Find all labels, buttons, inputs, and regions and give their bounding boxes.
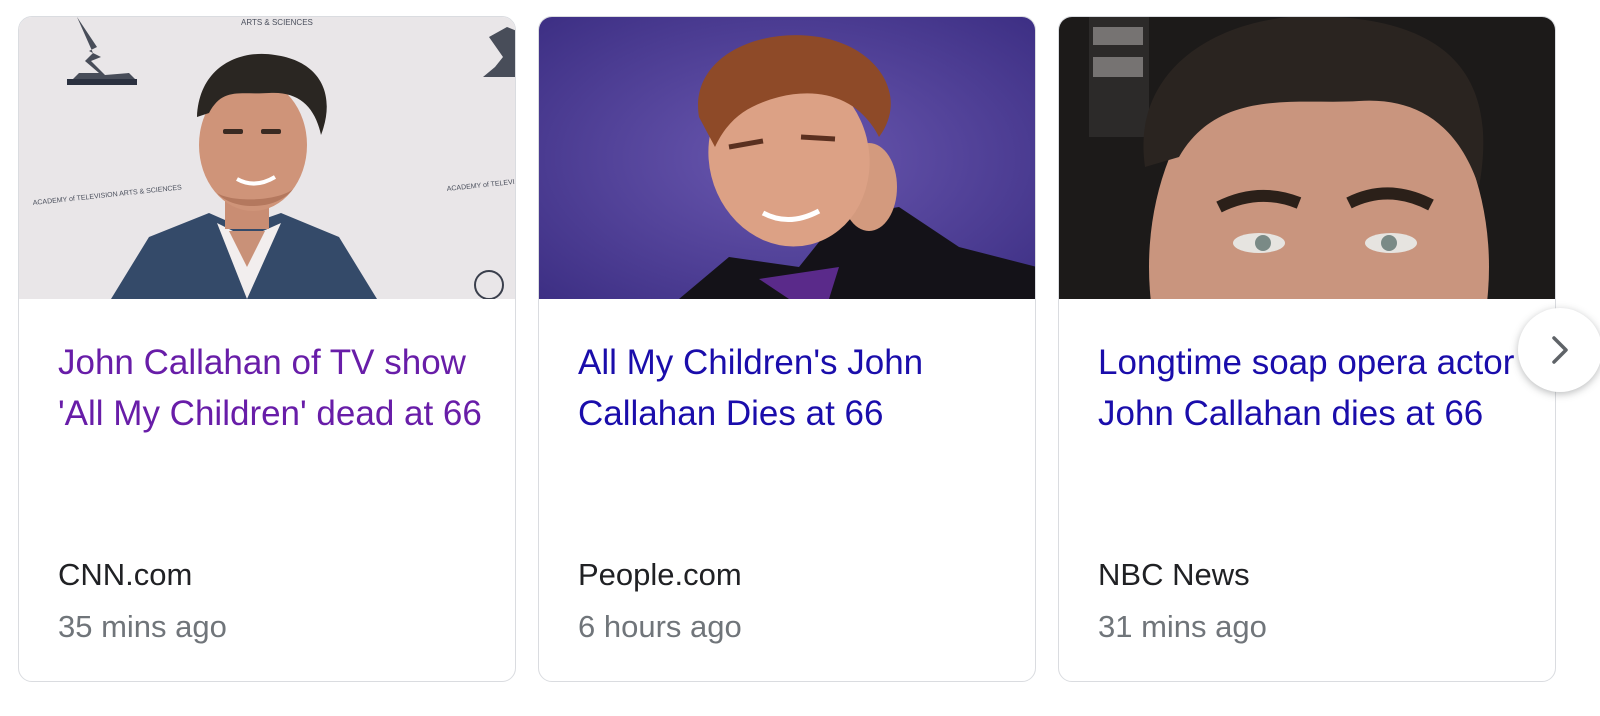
news-timestamp: 6 hours ago (578, 609, 742, 644)
news-thumbnail[interactable] (539, 17, 1035, 299)
news-thumbnail[interactable]: ARTS & SCIENCES ACADEMY of TELEVISION AR… (19, 17, 515, 299)
news-headline[interactable]: John Callahan of TV show 'All My Childre… (58, 337, 488, 439)
news-headline[interactable]: Longtime soap opera actor John Callahan … (1098, 337, 1528, 439)
news-source: People.com (578, 557, 742, 592)
news-source: NBC News (1098, 557, 1250, 592)
news-source: CNN.com (58, 557, 193, 592)
news-card-nbc[interactable]: Longtime soap opera actor John Callahan … (1058, 16, 1556, 682)
backdrop-text-top: ARTS & SCIENCES (241, 18, 313, 27)
news-timestamp: 31 mins ago (1098, 609, 1267, 644)
news-carousel: ARTS & SCIENCES ACADEMY of TELEVISION AR… (0, 0, 1600, 716)
news-thumbnail[interactable] (1059, 17, 1555, 299)
news-card-cnn[interactable]: ARTS & SCIENCES ACADEMY of TELEVISION AR… (18, 16, 516, 682)
news-card-people[interactable]: All My Children's John Callahan Dies at … (538, 16, 1036, 682)
news-headline[interactable]: All My Children's John Callahan Dies at … (578, 337, 1008, 439)
news-timestamp: 35 mins ago (58, 609, 227, 644)
chevron-right-icon (1552, 336, 1568, 364)
carousel-next-button[interactable] (1518, 308, 1600, 392)
